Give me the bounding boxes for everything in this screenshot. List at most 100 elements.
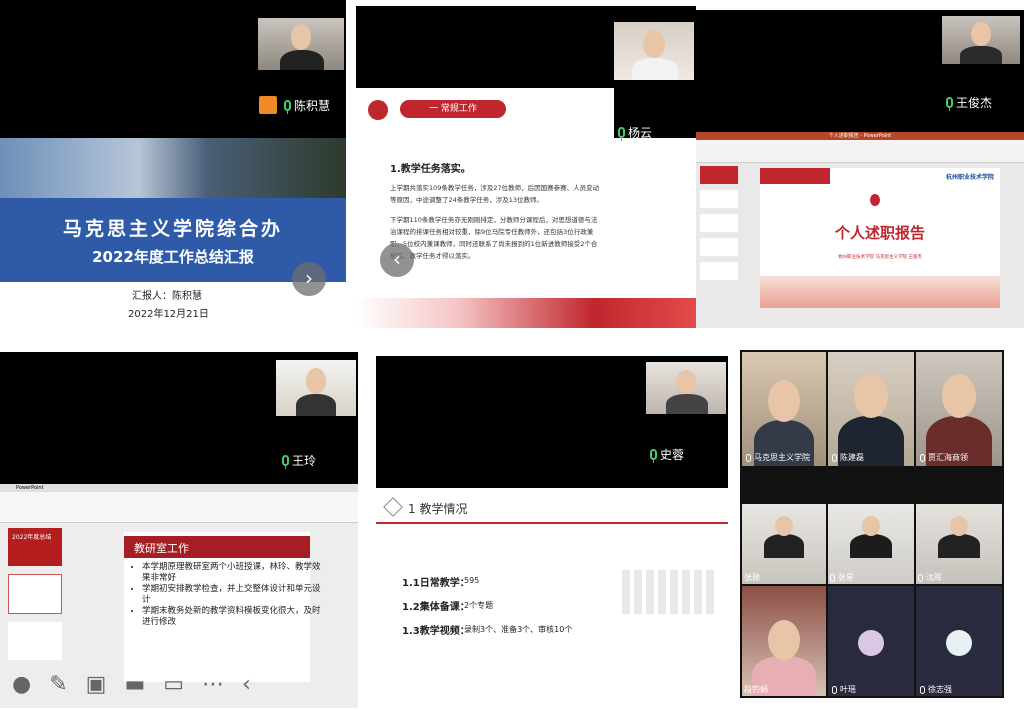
microphone-icon (830, 573, 835, 582)
next-slide-button[interactable]: › (292, 262, 326, 296)
section-title: 1 教学情况 (408, 502, 468, 516)
ribbon-decoration (356, 298, 696, 328)
thumbnail-pane (700, 166, 738, 316)
ribbon-toolbar (0, 492, 358, 523)
pen-icon[interactable]: ✎ (49, 672, 67, 697)
section-underline (376, 522, 728, 524)
microphone-icon (920, 453, 925, 462)
tile-name: 叶瑶 (840, 685, 856, 694)
slide-title: 个人述职报告 (834, 224, 925, 242)
participant-tile[interactable]: 徐志强 (916, 586, 1002, 696)
pixel-decoration (622, 570, 718, 614)
slide-canvas: 杭州职业技术学院 个人述职报告 杭州职业技术学院 马克思主义学院 王俊杰 (760, 168, 1000, 308)
diamond-icon (383, 497, 403, 517)
participant-tile[interactable]: 张星 (828, 504, 914, 584)
more-icon[interactable]: ⋯ (202, 672, 224, 697)
school-name: 杭州职业技术学院 (945, 174, 994, 181)
participant-name: 王俊杰 (956, 96, 993, 110)
collapse-icon[interactable]: ‹ (242, 672, 251, 697)
bullet-list: 本学期原理教研室两个小班授课，林玲、教学效果非常好 学期初安排教学检查，并上交整… (128, 562, 322, 628)
powerpoint-window: 个人述职报告 - PowerPoint 杭州职业技术学院 个人述职报告 杭州职业… (696, 132, 1024, 328)
reporter-label: 汇报人：陈积慧 (132, 291, 202, 302)
chat-icon[interactable]: ▭ (163, 672, 184, 697)
participant-camera (276, 360, 356, 416)
participant-tile[interactable]: 沈晖 (916, 504, 1002, 584)
video-panel-5: 史蓉 1 教学情况 1.1日常教学： 595 1.2集体备课： 2个专题 1.3… (376, 356, 728, 706)
thumbnail-1[interactable]: 2022年度总结 (8, 528, 62, 566)
screenshot-icon[interactable]: ▣ (86, 672, 107, 697)
microphone-icon (650, 449, 657, 463)
participant-tile[interactable]: 贾汇海商领 (916, 352, 1002, 466)
participant-name: 王玲 (292, 454, 317, 468)
participant-camera (258, 18, 344, 70)
item-value-1: 595 (464, 576, 480, 585)
tile-name: 张星 (838, 573, 854, 582)
video-panel-1: 陈积慧 马克思主义学院综合办 2022年度工作总结汇报 汇报人：陈积慧 2022… (0, 0, 346, 332)
participant-camera (646, 362, 726, 414)
logo-icon (368, 100, 388, 120)
participant-tile[interactable]: 陈建磊 (828, 352, 914, 466)
avatar (946, 630, 972, 656)
participant-name: 陈积慧 (294, 98, 331, 113)
gallery-view: 马克思主义学院 陈建磊 贾汇海商领 张驰 张星 沈晖 段钓娟 叶瑶 徐志强 (740, 350, 1004, 698)
slide-footer: 杭州职业技术学院 马克思主义学院 王俊杰 (838, 255, 922, 260)
tile-name: 张驰 (744, 573, 760, 582)
bullet-item: 本学期原理教研室两个小班授课，林玲、教学效果非常好 (142, 562, 322, 584)
title-bar: 个人述职报告 - PowerPoint (696, 132, 1024, 140)
menu-bar: PowerPoint (0, 484, 358, 492)
tile-name: 陈建磊 (840, 453, 864, 462)
content-paragraph-2: 下学期110条教学任务亦无刚刚排定，分教师分课程后，对思想道德与法治课程的排课任… (390, 216, 598, 260)
microphone-icon (618, 127, 625, 141)
microphone-icon (946, 97, 953, 111)
item-label-2: 1.2集体备课： (402, 602, 470, 613)
annotation-toolbar: ● ✎ ▣ ▬ ▭ ⋯ ‹ (0, 664, 358, 704)
building-photo (0, 138, 346, 198)
video-panel-2: 一 常规工作 1.教学任务落实。 上学期共落实109条教学任务，涉及27位教师，… (356, 6, 696, 328)
slide-subtitle: 2022年度工作总结汇报 (92, 248, 254, 266)
ribbon-toolbar (696, 140, 1024, 163)
participant-name-tag: 史蓉 (650, 446, 684, 463)
microphone-icon (832, 453, 837, 462)
skyline-decoration (760, 276, 1000, 308)
item-value-2: 2个专题 (464, 601, 494, 610)
participant-name-tag: 王俊杰 (946, 94, 992, 111)
participant-tile[interactable]: 段钓娟 (742, 586, 826, 696)
video-panel-3: 王俊杰 个人述职报告 - PowerPoint 杭州职业技术学院 个人述职报告 … (696, 10, 1024, 328)
item-label-3: 1.3教学视频： (402, 626, 470, 637)
participant-name-tag: 王玲 (282, 452, 316, 469)
item-label-1: 1.1日常教学： (402, 578, 470, 589)
report-date: 2022年12月21日 (128, 309, 209, 320)
card-title: 教研室工作 (134, 542, 189, 555)
camera-icon[interactable]: ▬ (124, 672, 145, 697)
slide-title: 马克思主义学院综合办 (62, 218, 283, 240)
content-paragraph-1: 上学期共落实109条教学任务，涉及27位教师，后因国赛参赛、人员变动等原因，中途… (390, 184, 600, 204)
participant-name: 杨云 (628, 126, 653, 140)
balloon-icon (870, 194, 880, 206)
previous-slide-button[interactable]: ‹ (380, 243, 414, 277)
tile-name: 沈晖 (926, 573, 942, 582)
microphone-icon (920, 685, 925, 694)
tile-name: 马克思主义学院 (754, 453, 810, 462)
avatar (858, 630, 884, 656)
participant-tile[interactable]: 叶瑶 (828, 586, 914, 696)
tile-name: 段钓娟 (744, 685, 768, 694)
participant-tile[interactable]: 张驰 (742, 504, 826, 584)
microphone-icon (284, 99, 291, 114)
microphone-icon (918, 573, 923, 582)
slide-area: 1 教学情况 1.1日常教学： 595 1.2集体备课： 2个专题 1.3教学视… (376, 488, 728, 706)
bullet-item: 学期初安排教学检查，并上交整体设计和单元设计 (142, 584, 322, 606)
slide-canvas: 教研室工作 本学期原理教研室两个小班授课，林玲、教学效果非常好 学期初安排教学检… (124, 532, 321, 682)
bullet-item: 学期末教务处新的教学资料模板变化很大，及时进行修改 (142, 606, 322, 628)
participant-camera (614, 22, 694, 80)
section-banner: 一 常规工作 (400, 100, 506, 118)
record-icon[interactable]: ● (12, 672, 31, 697)
microphone-icon (832, 685, 837, 694)
video-panel-4: 王玲 PowerPoint 2022年度总结 教研室工作 本学期原理教研室两个小… (0, 352, 358, 708)
tile-name: 贾汇海商领 (928, 453, 968, 462)
microphone-icon (746, 453, 751, 462)
participant-name: 史蓉 (660, 448, 685, 462)
participant-camera (942, 16, 1020, 64)
participant-tile[interactable]: 马克思主义学院 (742, 352, 826, 466)
tile-name: 徐志强 (928, 685, 952, 694)
participant-name-tag: 陈积慧 (259, 96, 330, 114)
